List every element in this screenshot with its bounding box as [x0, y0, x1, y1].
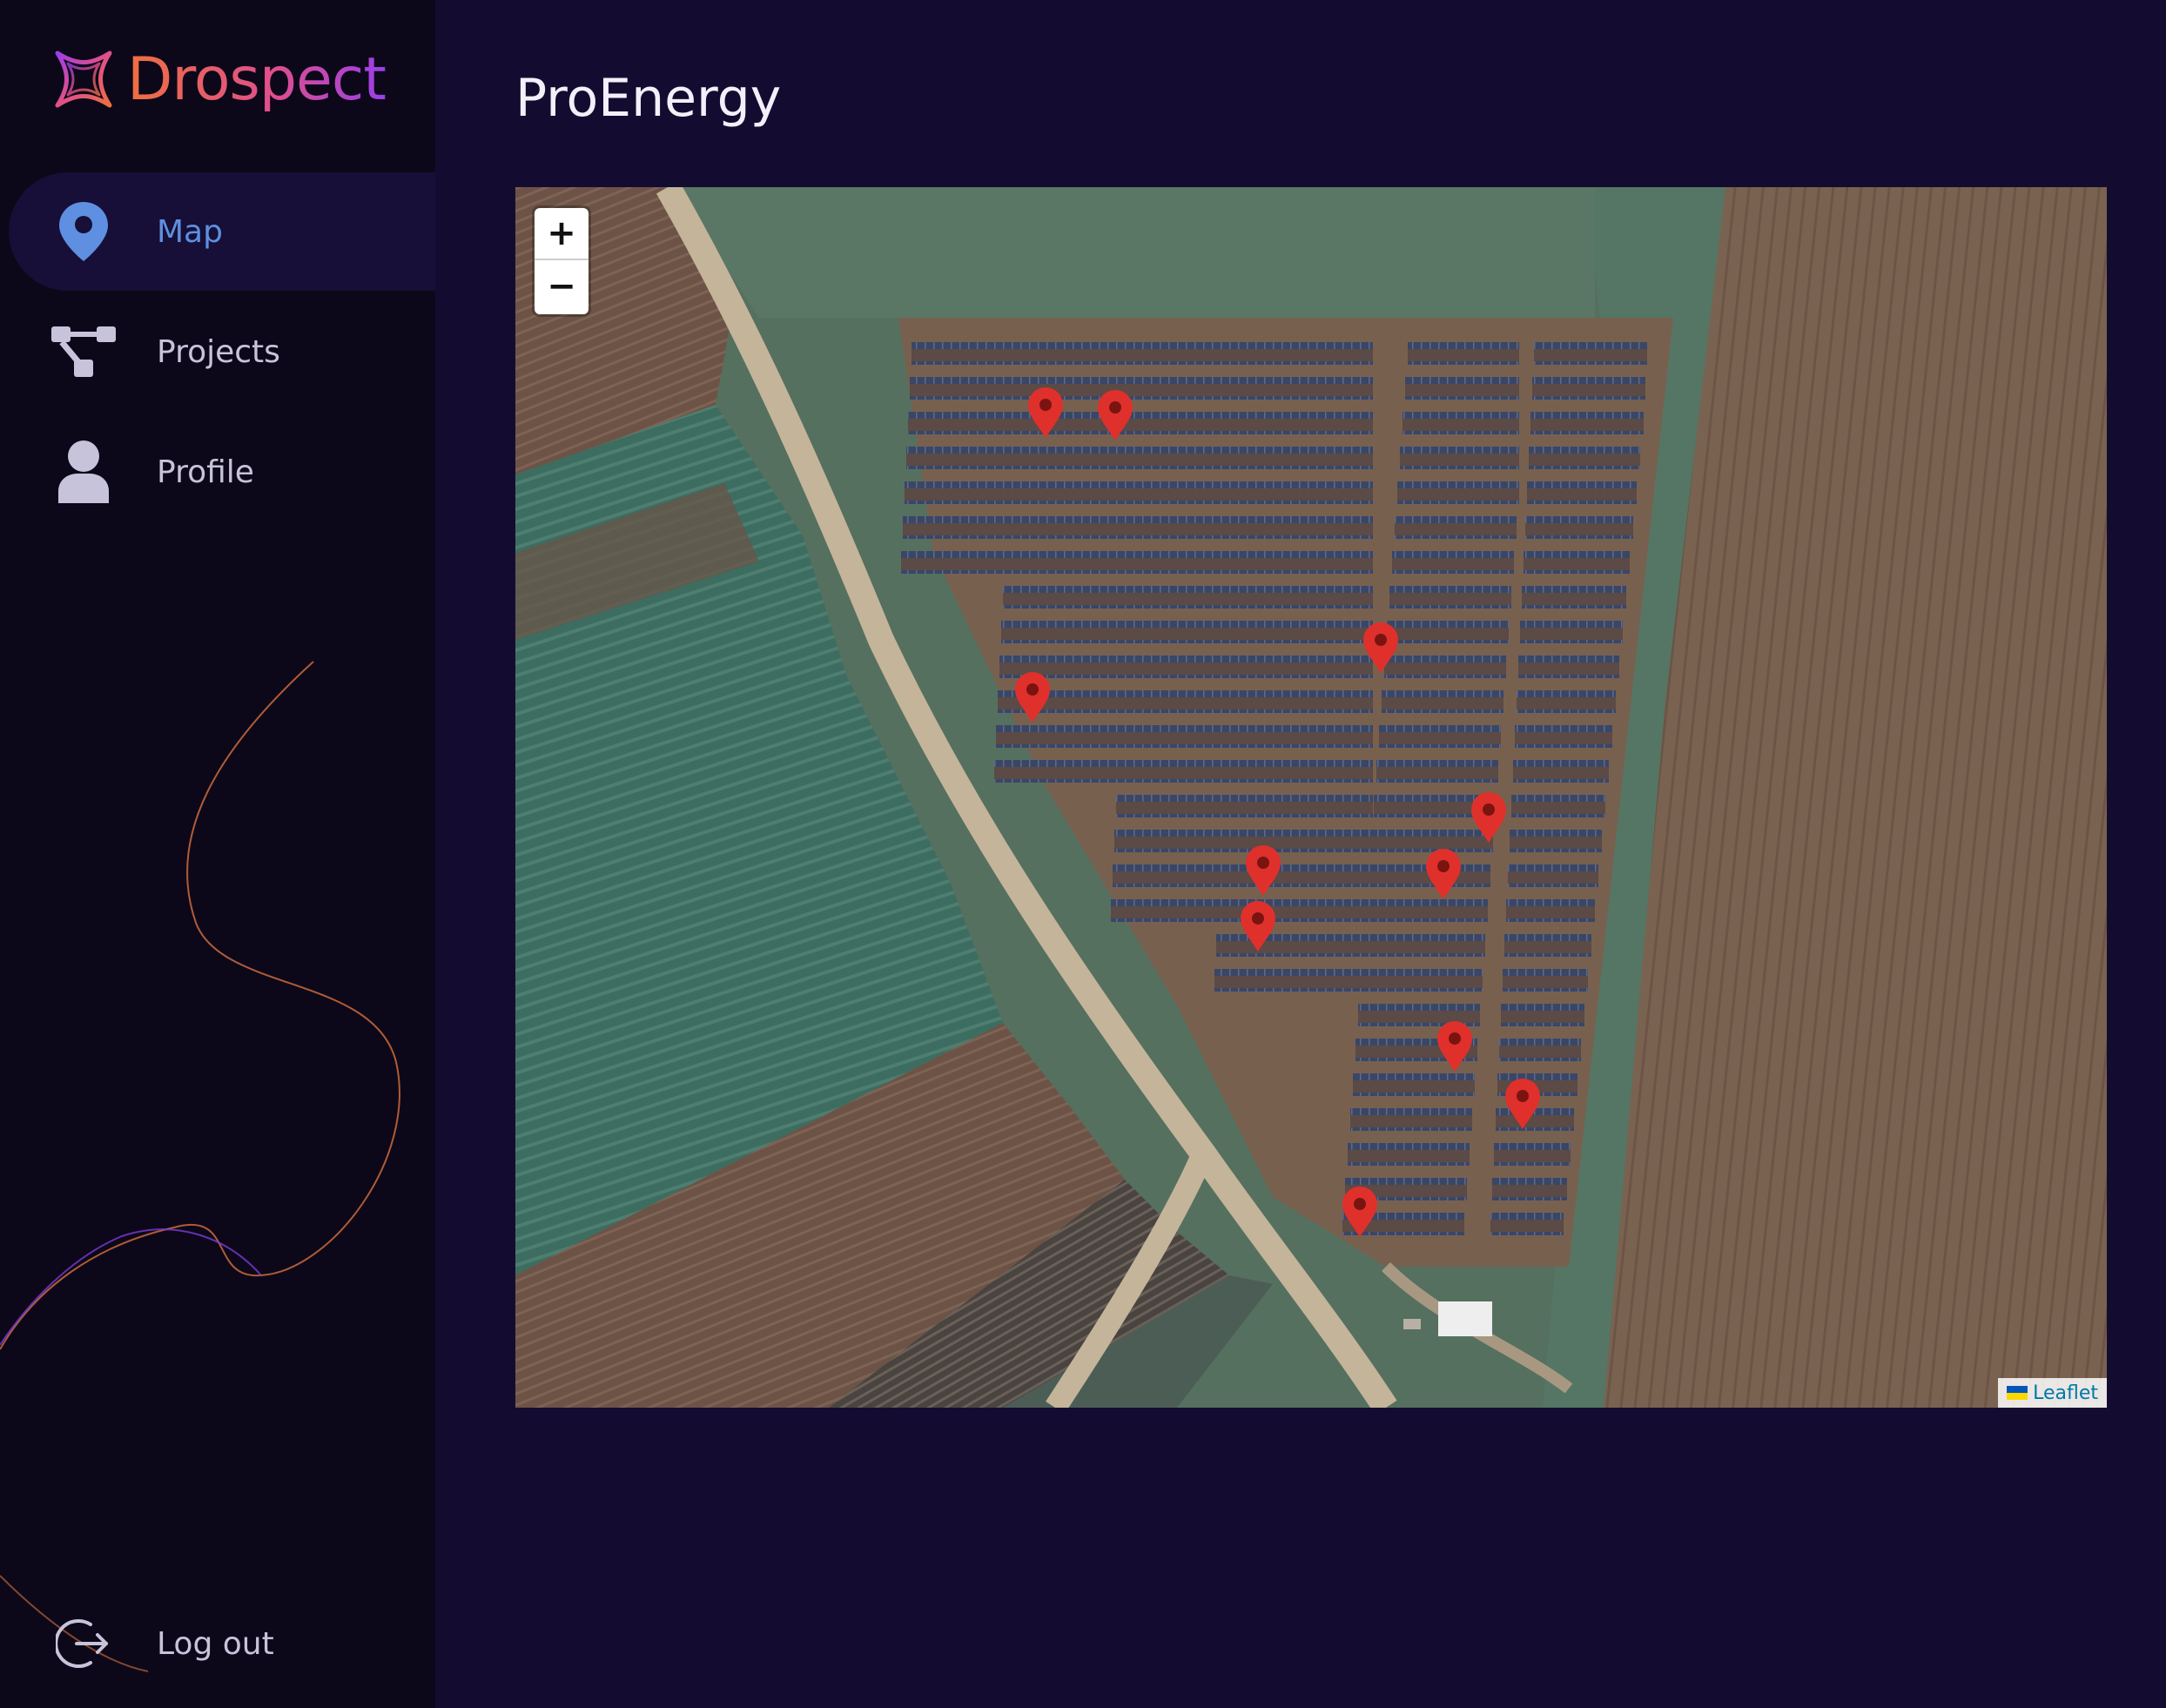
drospect-logo-icon	[55, 50, 112, 108]
logout-icon	[49, 1609, 118, 1678]
sidebar: Drospect Map Projects Profile Log out	[0, 0, 435, 1708]
map-pin-icon	[49, 197, 118, 266]
projects-tree-icon	[49, 317, 118, 387]
nav-label-map: Map	[157, 213, 223, 250]
user-icon	[49, 437, 118, 507]
zoom-in-button[interactable]: +	[535, 208, 589, 260]
page-title: ProEnergy	[515, 68, 782, 129]
ukraine-flag-icon	[2007, 1386, 2028, 1400]
logout-label: Log out	[157, 1625, 274, 1662]
nav-item-projects[interactable]: Projects	[0, 293, 435, 411]
zoom-control: + −	[535, 208, 589, 314]
map-attribution: Leaflet	[1998, 1378, 2107, 1408]
app-name: Drospect	[127, 44, 387, 114]
nav-item-map[interactable]: Map	[9, 172, 435, 291]
logout-button[interactable]: Log out	[0, 1584, 435, 1703]
map-view[interactable]: + − Leaflet	[515, 187, 2107, 1408]
nav-label-projects: Projects	[157, 333, 280, 370]
zoom-out-button[interactable]: −	[535, 260, 589, 313]
nav-item-profile[interactable]: Profile	[0, 413, 435, 531]
nav-label-profile: Profile	[157, 454, 254, 490]
satellite-imagery[interactable]	[515, 187, 2107, 1408]
leaflet-link[interactable]: Leaflet	[2033, 1382, 2098, 1404]
logo[interactable]: Drospect	[50, 40, 387, 118]
